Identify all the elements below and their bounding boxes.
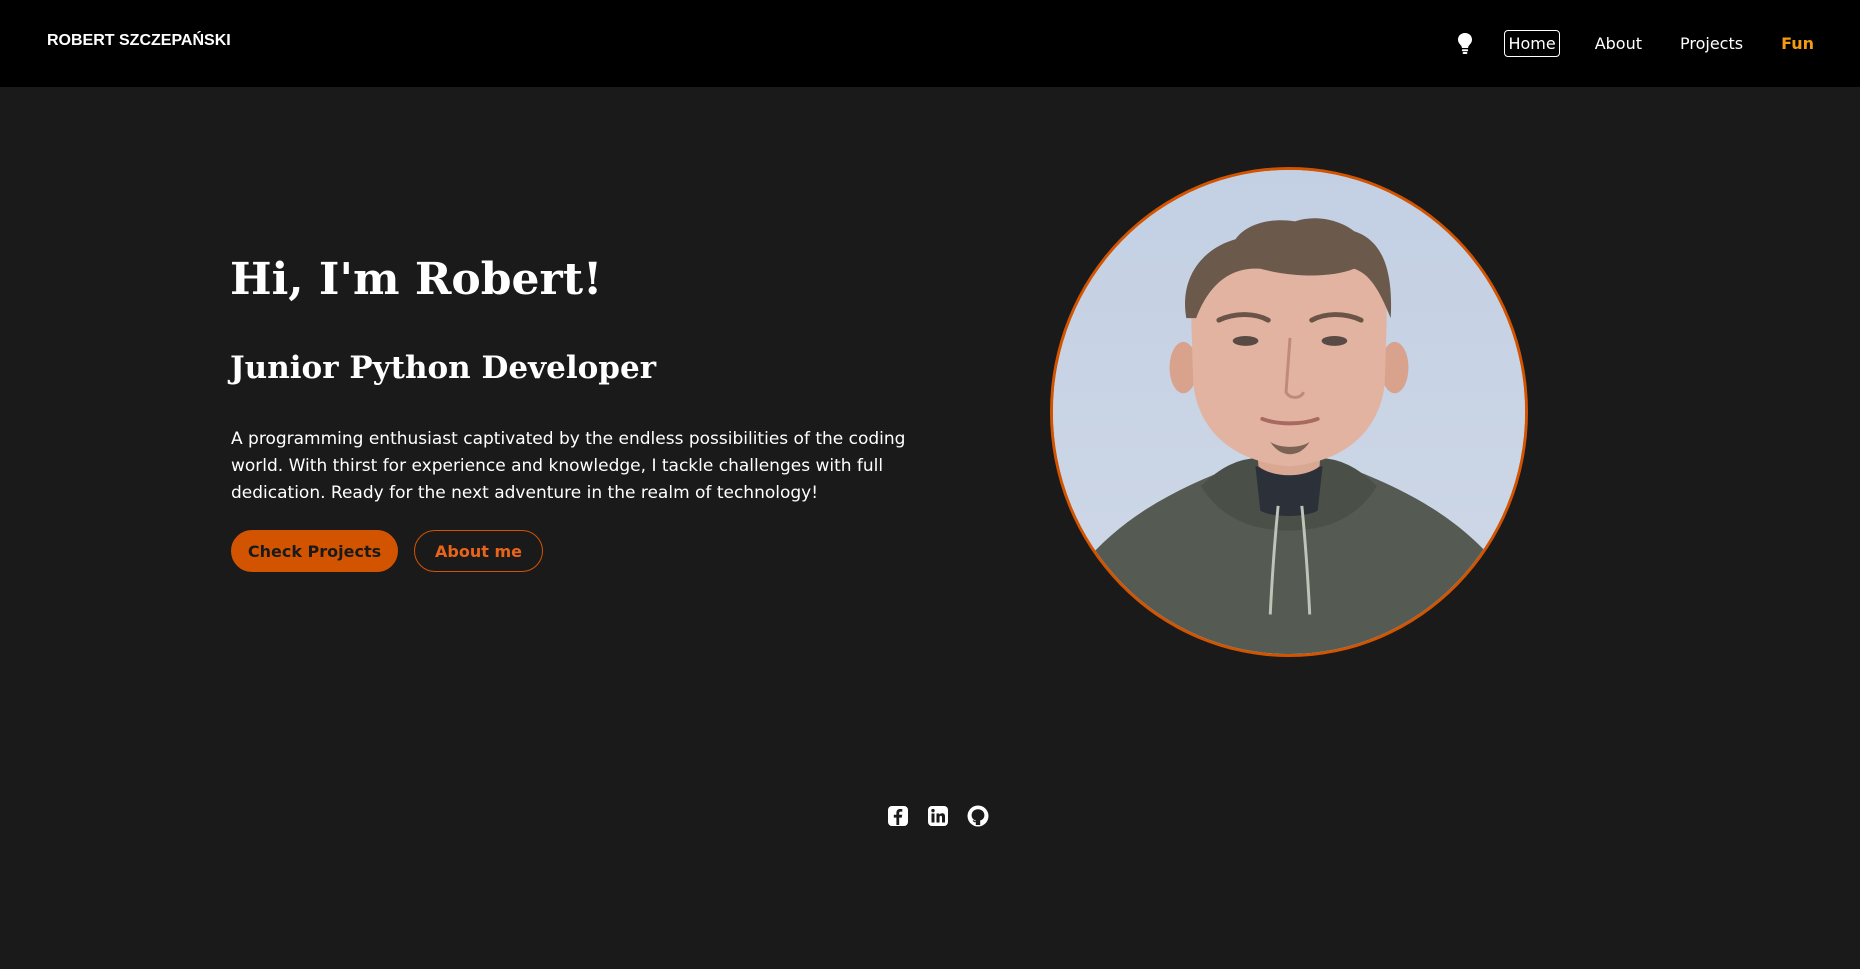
navbar: ROBERT SZCZEPAŃSKI Home About Projects F… [0,0,1860,87]
lightbulb-icon[interactable] [1454,30,1476,56]
hero-subtitle: Junior Python Developer [230,350,657,386]
nav-menu: Home About Projects Fun [1454,28,1817,58]
nav-fun-link[interactable]: Fun [1778,31,1817,56]
linkedin-icon[interactable] [926,804,950,828]
brand-logo[interactable]: ROBERT SZCZEPAŃSKI [47,32,231,50]
hero-buttons: Check Projects About me [231,530,543,572]
about-me-button[interactable]: About me [414,530,543,572]
nav-home-link[interactable]: Home [1504,29,1560,57]
profile-photo [1050,167,1528,657]
nav-about-link[interactable]: About [1592,31,1645,56]
facebook-icon[interactable] [886,804,910,828]
nav-projects-link[interactable]: Projects [1677,31,1746,56]
social-links [886,804,1006,828]
hero-title: Hi, I'm Robert! [230,254,603,305]
check-projects-button[interactable]: Check Projects [231,530,398,572]
github-icon[interactable] [966,804,990,828]
hero-description: A programming enthusiast captivated by t… [231,429,906,503]
